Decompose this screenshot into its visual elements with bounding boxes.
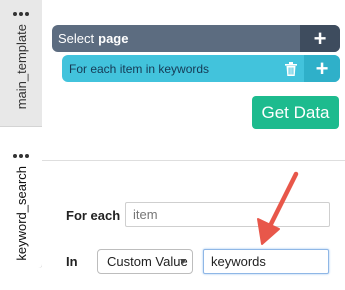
tab-menu-dots-icon[interactable] (13, 12, 29, 16)
tab-keyword-search[interactable]: keyword_search (0, 140, 42, 268)
tab-gap (0, 127, 42, 140)
tab-menu-dots-icon[interactable] (13, 154, 29, 158)
source-value-input[interactable]: keywords (203, 249, 329, 274)
tab-main-template-label: main_template (13, 24, 29, 110)
add-subcommand-plus-icon[interactable]: + (304, 55, 340, 82)
source-type-select[interactable]: Custom Value (97, 249, 193, 274)
chevron-down-icon (180, 259, 186, 264)
add-command-plus-icon[interactable]: + (300, 25, 340, 52)
get-data-button[interactable]: Get Data (252, 96, 339, 129)
select-command[interactable]: Select page + (52, 25, 340, 52)
select-command-prefix: Select (58, 31, 95, 46)
select-command-target: page (98, 31, 129, 46)
for-each-label: For each (66, 208, 121, 223)
tab-main-template[interactable]: main_template (0, 0, 42, 127)
foreach-command[interactable]: For each item in keywords + (62, 55, 340, 82)
for-each-input[interactable]: item (125, 202, 330, 227)
tab-column-bottom (0, 268, 42, 290)
select-command-label: Select page (52, 31, 300, 46)
foreach-command-label: For each item in keywords (69, 61, 210, 76)
tab-keyword-search-label: keyword_search (13, 166, 29, 261)
delete-trash-icon[interactable] (278, 55, 304, 82)
in-label: In (66, 254, 78, 269)
source-type-select-value: Custom Value (107, 254, 188, 269)
